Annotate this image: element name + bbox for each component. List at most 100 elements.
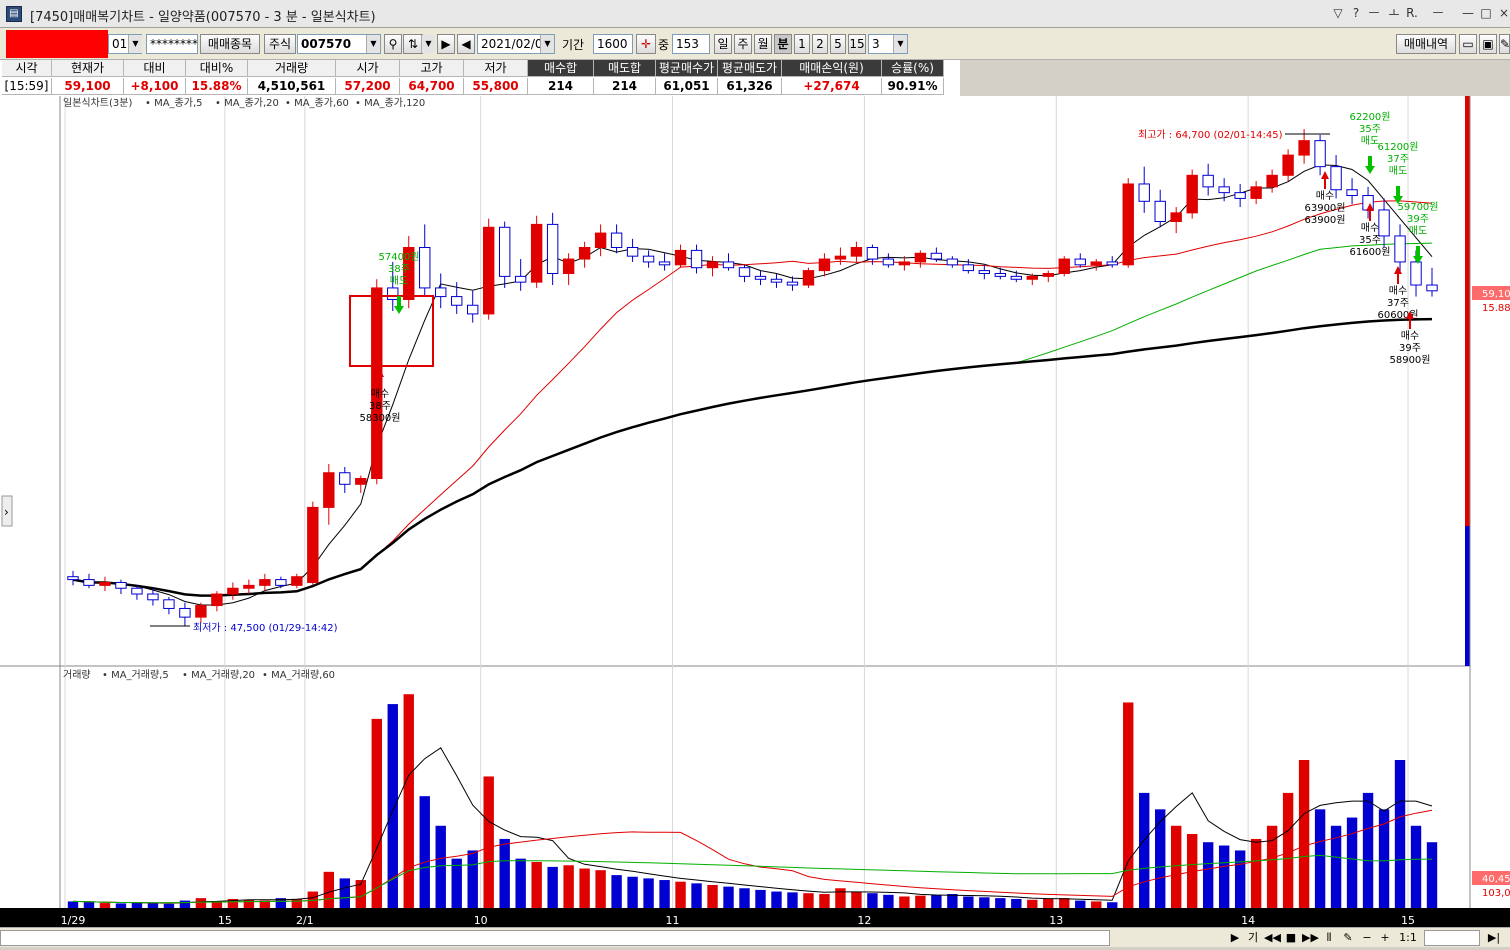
refresh-icon[interactable]: R.	[1404, 5, 1420, 21]
volume-bar	[899, 896, 910, 908]
status-text: 기	[1247, 931, 1259, 944]
minute-2-button[interactable]: 2	[812, 34, 828, 54]
zoom-level: 1:1	[1399, 931, 1417, 944]
bars-icon[interactable]: ⫴	[1322, 930, 1336, 946]
horizontal-scrollbar[interactable]	[0, 930, 1110, 946]
volume-bar	[1346, 817, 1358, 908]
minute-15-button[interactable]: 15	[848, 34, 866, 54]
volume-bar	[1107, 902, 1118, 908]
price-legend-title: 일본식차트(3분)	[63, 97, 132, 109]
volume-bar	[147, 903, 159, 908]
chevron-down-icon[interactable]: ▼	[893, 35, 907, 53]
last-page-icon[interactable]: ▶|	[1486, 930, 1502, 946]
change-pct-header: 대비%	[186, 60, 248, 77]
volume-bar	[291, 898, 303, 908]
price-volume-chart[interactable]: › 1/29 15 2/1 10 11 12 13 14 15 일본식차트(3분) • MA_종가,5…	[0, 96, 1510, 947]
zoom-in-icon[interactable]: +	[1378, 930, 1392, 946]
close-icon[interactable]: ×	[1496, 5, 1510, 21]
trade-item-button[interactable]: 매매종목	[200, 34, 260, 54]
change-value: +8,100	[124, 78, 186, 95]
candle-body	[1122, 183, 1134, 266]
chevron-down-icon[interactable]: ▼	[421, 35, 435, 53]
x-tick-label: 12	[857, 914, 871, 927]
pin-icon[interactable]: ㅡ	[1366, 5, 1382, 21]
volume-bar	[579, 868, 590, 908]
sort-icon[interactable]: ⇅	[403, 34, 423, 54]
volume-bar	[979, 897, 990, 908]
toolbar: 01 ▼ ******** 매매종목 주식 007570 ▼ ⚲ ⇅ ▼ ▶ ◀…	[0, 28, 1510, 60]
candle-body	[1394, 235, 1406, 263]
search-icon[interactable]: ⚲	[384, 34, 402, 54]
volume-bar	[515, 858, 526, 908]
period-input[interactable]: 1600	[593, 34, 633, 54]
link-icon[interactable]: ㅗ	[1386, 5, 1402, 21]
export-icon[interactable]: ▣	[1479, 34, 1497, 54]
tile-icon[interactable]: ㅡ	[1430, 5, 1446, 21]
buy-qty: 35주	[1359, 235, 1381, 246]
volume-bar	[835, 888, 846, 908]
pnl-header: 매매손익(원)	[782, 60, 882, 77]
buy-qty: 39주	[1399, 343, 1421, 354]
candle-body	[179, 607, 191, 618]
calendar-dropdown-icon[interactable]: ▼	[540, 35, 554, 53]
candle-body	[1058, 258, 1070, 274]
minimize-icon[interactable]: —	[1460, 5, 1476, 21]
volume-bar	[195, 898, 207, 908]
sell-sum-header: 매도합	[594, 60, 656, 77]
chevron-down-icon[interactable]: ▼	[366, 35, 380, 53]
volume-bar	[1075, 900, 1086, 908]
candle-body	[610, 232, 623, 248]
prev-icon[interactable]: ◀	[457, 34, 475, 54]
candle-body	[546, 223, 559, 274]
candle-body	[467, 304, 479, 315]
maximize-icon[interactable]: □	[1478, 5, 1494, 21]
scroll-right-icon[interactable]: ▶	[1228, 930, 1242, 946]
chart-area[interactable]: › 1/29 15 2/1 10 11 12 13 14 15 일본식차트(3분) • MA_종가,5…	[0, 96, 1510, 947]
settings-icon[interactable]: ✎	[1499, 34, 1510, 54]
candle-body	[435, 287, 447, 298]
minute-1-button[interactable]: 1	[794, 34, 810, 54]
password-field[interactable]: ********	[146, 34, 198, 54]
zoom-out-icon[interactable]: −	[1360, 930, 1374, 946]
win-rate-header: 승률(%)	[882, 60, 944, 77]
candle-body	[594, 232, 607, 248]
rewind-icon[interactable]: ◀◀	[1264, 930, 1281, 946]
day-button[interactable]: 일	[714, 34, 732, 54]
volume-bar	[115, 903, 127, 908]
candle-body	[1234, 192, 1246, 199]
buy-label: 매수	[1389, 285, 1407, 297]
stop-icon[interactable]: ■	[1284, 930, 1298, 946]
time-header: 시각	[2, 60, 52, 77]
change-header: 대비	[124, 60, 186, 77]
count-input[interactable]: 153	[672, 34, 710, 54]
candle-body	[1026, 275, 1038, 280]
price-legend-item: • MA_종가,5	[145, 97, 203, 109]
candle-body	[419, 246, 431, 289]
volume-bar	[611, 875, 622, 908]
open-value: 57,200	[336, 78, 400, 95]
help-icon[interactable]: ?	[1348, 5, 1364, 21]
fast-forward-icon[interactable]: ▶▶	[1302, 930, 1319, 946]
x-tick-label: 2/1	[296, 914, 314, 927]
volume-bar	[723, 886, 734, 908]
sell-price: 61200원	[1377, 141, 1418, 153]
volume-bar	[1202, 842, 1214, 908]
candle-body	[770, 278, 783, 283]
draw-icon[interactable]: ✎	[1340, 930, 1356, 946]
minute-button[interactable]: 분	[774, 34, 792, 54]
candle-body	[1266, 174, 1278, 188]
zoom-slider[interactable]	[1424, 930, 1480, 946]
play-icon[interactable]: ▶	[437, 34, 455, 54]
crosshair-icon[interactable]: ✛	[636, 34, 656, 54]
candle-body	[834, 255, 847, 260]
folder-icon[interactable]: ▭	[1459, 34, 1477, 54]
filter-icon[interactable]: ▽	[1330, 5, 1346, 21]
candle-body	[1010, 275, 1023, 280]
trade-history-button[interactable]: 매매내역	[1396, 34, 1456, 54]
volume-bar	[371, 718, 382, 908]
minute-5-button[interactable]: 5	[830, 34, 846, 54]
month-button[interactable]: 월	[754, 34, 772, 54]
stock-type-button[interactable]: 주식	[264, 34, 296, 54]
week-button[interactable]: 주	[734, 34, 752, 54]
chevron-down-icon[interactable]: ▼	[128, 35, 142, 53]
